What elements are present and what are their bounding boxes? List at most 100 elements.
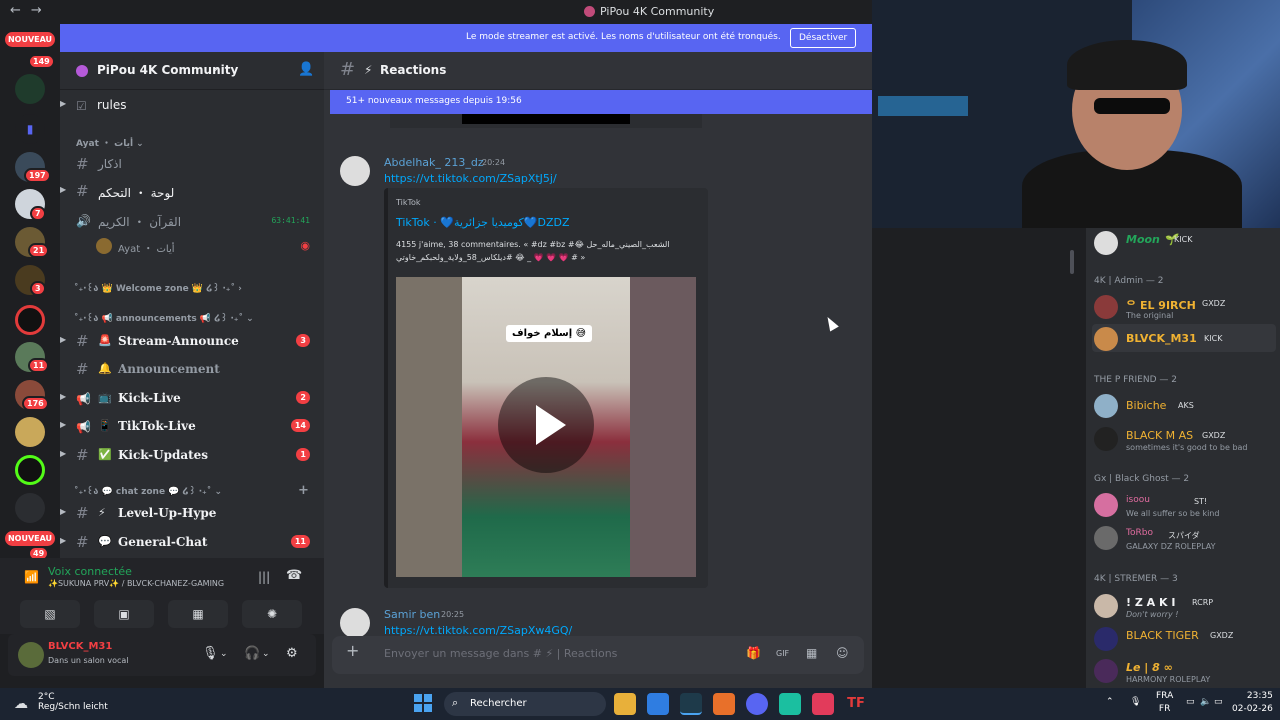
- channel-quran-voice[interactable]: 🔊 القرآن ・ الكريم 63:41:41: [60, 208, 324, 234]
- channel-kick-live[interactable]: ▶ 📢 📺 Kick-Live 2: [60, 386, 324, 412]
- channel-level-up[interactable]: ▶ # ⚡ Level-Up-Hype: [60, 501, 324, 527]
- member-status: The original: [1126, 311, 1174, 320]
- user-panel: BLVCK_M31 Dans un salon vocal 🎙 ⌄ 🎧 ⌄ ⚙: [8, 634, 316, 676]
- gear-icon[interactable]: ⚙: [286, 646, 298, 661]
- windows-start-icon[interactable]: [414, 694, 432, 712]
- gif-icon[interactable]: GIF: [776, 649, 789, 658]
- server-icon[interactable]: [15, 74, 45, 104]
- file-explorer-icon[interactable]: [614, 693, 636, 715]
- channel-rules[interactable]: ▶ ☑ rules: [60, 93, 324, 119]
- hash-icon: #: [76, 533, 89, 551]
- new-messages-bar[interactable]: 51+ nouveaux messages depuis 19:56: [330, 90, 872, 114]
- category-announcements[interactable]: ˚₊‧꒰ა 📢 announcements 📢 ໒꒱ ‧₊˚ ⌄: [74, 312, 254, 324]
- message-author[interactable]: Samir ben: [384, 608, 440, 621]
- plus-icon[interactable]: +: [298, 483, 309, 498]
- signal-icon[interactable]: 📶: [24, 570, 39, 584]
- hash-icon: #: [76, 504, 89, 522]
- network-icon[interactable]: ▭: [1186, 697, 1195, 707]
- member-item[interactable]: BLACK M AS GXDZ sometimes it's good to b…: [1092, 424, 1276, 452]
- channel-kick-updates[interactable]: ▶ # ✅ Kick-Updates 1: [60, 443, 324, 469]
- chevron-down-icon[interactable]: ⌄: [262, 649, 270, 659]
- headphones-icon[interactable]: 🎧: [244, 646, 260, 661]
- member-item[interactable]: ᄋ EL 9IRCH GXDZ The original: [1092, 292, 1276, 320]
- member-item[interactable]: isoou ST! We all suffer so be kind: [1092, 490, 1276, 518]
- server-icon[interactable]: [15, 305, 45, 335]
- screen-share-button[interactable]: ▣: [94, 600, 154, 628]
- embed-title[interactable]: TikTok · 💙كوميديا جزائرية💙DZDZ: [396, 216, 570, 229]
- message-author[interactable]: Abdelhak_ 213_dz: [384, 156, 484, 169]
- video-preview[interactable]: إسلام خواف 😅: [396, 277, 696, 577]
- chevron-down-icon[interactable]: ⌄: [220, 649, 228, 659]
- microphone-icon[interactable]: 🎙: [202, 646, 219, 661]
- avatar[interactable]: [340, 608, 370, 638]
- unread-count: 14: [290, 419, 310, 432]
- member-item[interactable]: Bibiche AKS: [1092, 391, 1276, 419]
- disconnect-icon[interactable]: ☎: [286, 568, 302, 583]
- arrow-left-icon[interactable]: ←: [10, 3, 21, 18]
- language-indicator[interactable]: FRA FR: [1156, 690, 1173, 716]
- volume-icon[interactable]: 🔈: [1200, 697, 1211, 707]
- member-status: HARMONY ROLEPLAY: [1126, 675, 1211, 684]
- member-item[interactable]: ! Z A K I RCRP Don't worry !: [1092, 591, 1276, 619]
- discord-icon[interactable]: [746, 693, 768, 715]
- clock[interactable]: 23:35 02-02-26: [1232, 690, 1273, 716]
- channel-stream-announce[interactable]: ▶ # 🚨 Stream-Announce 3: [60, 329, 324, 355]
- noise-suppression-icon[interactable]: |||: [258, 570, 270, 584]
- gift-icon[interactable]: 🎁: [746, 646, 761, 660]
- caret-right-icon: ▶: [60, 99, 67, 108]
- server-icon[interactable]: [15, 417, 45, 447]
- plus-icon[interactable]: +: [346, 643, 360, 659]
- voice-user-ayat[interactable]: Ayat ・ أيات ◉: [60, 234, 324, 260]
- activities-button[interactable]: ▦: [168, 600, 228, 628]
- channel-general-chat[interactable]: ▶ # 💬 General-Chat 11: [60, 530, 324, 556]
- message-link[interactable]: https://vt.tiktok.com/ZSapXtJ5j/: [384, 172, 557, 185]
- avatar[interactable]: [18, 642, 44, 668]
- camera-off-button[interactable]: ▧: [20, 600, 80, 628]
- browser-icon[interactable]: [680, 693, 702, 715]
- server-icon[interactable]: [15, 455, 45, 485]
- channel-label: لوحة ・ التحكم: [98, 186, 175, 200]
- member-item[interactable]: ToRbo スパイダ GALAXY DZ ROLEPLAY: [1092, 523, 1276, 551]
- weather-text: Reg/Schn leicht: [38, 702, 108, 712]
- message-input[interactable]: Envoyer un message dans # ⚡ | Reactions: [384, 647, 617, 660]
- app-icon[interactable]: TF: [845, 693, 867, 715]
- arrow-right-icon[interactable]: →: [31, 3, 42, 18]
- play-icon[interactable]: [498, 377, 594, 473]
- member-item[interactable]: BLACK TIGER GXDZ: [1092, 624, 1276, 652]
- store-icon[interactable]: [647, 693, 669, 715]
- chat-scrollbar[interactable]: [1070, 250, 1074, 274]
- weather-widget[interactable]: 2°C Reg/Schn leicht: [38, 692, 108, 712]
- member-item[interactable]: Moon 🌱 KICK: [1092, 228, 1276, 256]
- member-item[interactable]: BLVCK_M31 KICK: [1092, 324, 1276, 352]
- avatar[interactable]: [340, 156, 370, 186]
- server-icon[interactable]: [15, 493, 45, 523]
- app-icon[interactable]: [713, 693, 735, 715]
- soundboard-button[interactable]: ✺: [242, 600, 302, 628]
- tiktok-icon[interactable]: [812, 693, 834, 715]
- channel-announcement[interactable]: # 🔔 Announcement: [60, 357, 324, 383]
- chevron-up-icon[interactable]: ⌃: [1106, 697, 1114, 707]
- member-item[interactable]: Le | 8 ∞ HARMONY ROLEPLAY: [1092, 656, 1276, 684]
- microphone-icon[interactable]: 🎙: [1130, 697, 1141, 707]
- megaphone-icon: 📢: [76, 420, 91, 434]
- battery-icon[interactable]: ▭: [1214, 697, 1223, 707]
- channel-dashboard[interactable]: ▶ # لوحة ・ التحكم: [60, 179, 324, 205]
- taskbar-search[interactable]: ⌕ Rechercher: [444, 692, 606, 716]
- sticker-icon[interactable]: ▦: [806, 646, 817, 660]
- disable-streamer-button[interactable]: Désactiver: [790, 28, 857, 48]
- weather-icon[interactable]: ☁: [14, 696, 28, 712]
- voice-status[interactable]: Voix connectée: [48, 565, 132, 578]
- app-icon[interactable]: [779, 693, 801, 715]
- server-header[interactable]: PiPou 4K Community ⌄ 👤: [60, 52, 324, 90]
- channel-tiktok-live[interactable]: ▶ 📢 📱 TikTok-Live 14: [60, 414, 324, 440]
- add-user-icon[interactable]: 👤: [298, 62, 314, 77]
- category-ayat[interactable]: Ayat ・ أيات ⌄: [76, 136, 144, 149]
- category-label: ˚₊‧꒰ა 💬 chat zone 💬 ໒꒱ ‧₊˚: [74, 487, 212, 497]
- folder-icon[interactable]: ▮: [15, 114, 45, 144]
- emoji-icon[interactable]: ☺: [836, 646, 849, 660]
- channel-azkar[interactable]: # اذكار: [60, 152, 324, 178]
- category-welcome[interactable]: ˚₊‧꒰ა 👑 Welcome zone 👑 ໒꒱ ‧₊˚ ›: [74, 282, 242, 294]
- user-name[interactable]: BLVCK_M31: [48, 641, 112, 652]
- channel-label: اذكار: [98, 157, 122, 171]
- category-chat[interactable]: ˚₊‧꒰ა 💬 chat zone 💬 ໒꒱ ‧₊˚ ⌄ +: [74, 483, 309, 498]
